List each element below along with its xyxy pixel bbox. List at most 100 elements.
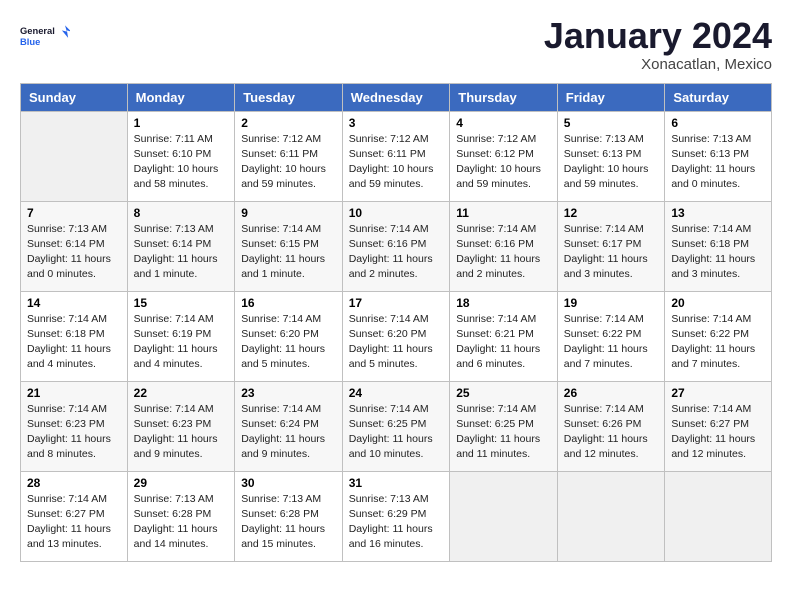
calendar-week-5: 28 Sunrise: 7:14 AM Sunset: 6:27 PM Dayli… — [21, 471, 772, 561]
day-number: 16 — [241, 296, 336, 310]
day-info: Sunrise: 7:13 AM Sunset: 6:28 PM Dayligh… — [134, 492, 229, 553]
day-info: Sunrise: 7:14 AM Sunset: 6:15 PM Dayligh… — [241, 222, 336, 283]
day-number: 23 — [241, 386, 336, 400]
calendar-cell: 19 Sunrise: 7:14 AM Sunset: 6:22 PM Dayli… — [557, 291, 665, 381]
day-number: 26 — [564, 386, 659, 400]
calendar-cell: 10 Sunrise: 7:14 AM Sunset: 6:16 PM Dayli… — [342, 201, 450, 291]
calendar-cell: 25 Sunrise: 7:14 AM Sunset: 6:25 PM Dayli… — [450, 381, 558, 471]
day-number: 20 — [671, 296, 765, 310]
day-info: Sunrise: 7:14 AM Sunset: 6:19 PM Dayligh… — [134, 312, 229, 373]
calendar-cell: 26 Sunrise: 7:14 AM Sunset: 6:26 PM Dayli… — [557, 381, 665, 471]
calendar-cell: 22 Sunrise: 7:14 AM Sunset: 6:23 PM Dayli… — [127, 381, 235, 471]
month-title: January 2024 — [544, 16, 772, 56]
calendar-cell: 16 Sunrise: 7:14 AM Sunset: 6:20 PM Dayli… — [235, 291, 343, 381]
calendar-cell: 8 Sunrise: 7:13 AM Sunset: 6:14 PM Daylig… — [127, 201, 235, 291]
day-number: 25 — [456, 386, 551, 400]
day-number: 11 — [456, 206, 551, 220]
page-header: General Blue January 2024 Xonacatlan, Me… — [20, 16, 772, 73]
calendar-cell — [450, 471, 558, 561]
day-info: Sunrise: 7:14 AM Sunset: 6:20 PM Dayligh… — [349, 312, 444, 373]
calendar-cell: 11 Sunrise: 7:14 AM Sunset: 6:16 PM Dayli… — [450, 201, 558, 291]
day-number: 1 — [134, 116, 229, 130]
day-info: Sunrise: 7:14 AM Sunset: 6:23 PM Dayligh… — [134, 402, 229, 463]
day-number: 4 — [456, 116, 551, 130]
calendar-week-4: 21 Sunrise: 7:14 AM Sunset: 6:23 PM Dayli… — [21, 381, 772, 471]
day-info: Sunrise: 7:14 AM Sunset: 6:25 PM Dayligh… — [349, 402, 444, 463]
day-number: 3 — [349, 116, 444, 130]
calendar-week-3: 14Sunrise: 7:14 AM Sunset: 6:18 PM Dayli… — [21, 291, 772, 381]
day-info: Sunrise: 7:14 AM Sunset: 6:22 PM Dayligh… — [564, 312, 659, 373]
calendar-cell: 2Sunrise: 7:12 AM Sunset: 6:11 PM Daylig… — [235, 111, 343, 201]
calendar-cell: 7Sunrise: 7:13 AM Sunset: 6:14 PM Daylig… — [21, 201, 128, 291]
calendar-cell: 28 Sunrise: 7:14 AM Sunset: 6:27 PM Dayli… — [21, 471, 128, 561]
day-info: Sunrise: 7:14 AM Sunset: 6:23 PM Dayligh… — [27, 402, 121, 463]
day-info: Sunrise: 7:13 AM Sunset: 6:14 PM Dayligh… — [134, 222, 229, 283]
calendar-cell: 6 Sunrise: 7:13 AM Sunset: 6:13 PM Daylig… — [665, 111, 772, 201]
calendar-cell — [557, 471, 665, 561]
calendar-header-wednesday: Wednesday — [342, 83, 450, 111]
calendar-week-2: 7 Sunrise: 7:13 AM Sunset: 6:14 PM Daylig… — [21, 201, 772, 291]
day-number: 21 — [27, 386, 121, 400]
day-info: Sunrise: 7:14 AM Sunset: 6:27 PM Dayligh… — [27, 492, 121, 553]
day-info: Sunrise: 7:14 AM Sunset: 6:25 PM Dayligh… — [456, 402, 551, 463]
calendar-cell: 1 Sunrise: 7:11 AM Sunset: 6:10 PM Daylig… — [127, 111, 235, 201]
day-number: 15 — [134, 296, 229, 310]
calendar-week-1: 1 Sunrise: 7:11 AM Sunset: 6:10 PM Daylig… — [21, 111, 772, 201]
calendar-body: 1 Sunrise: 7:11 AM Sunset: 6:10 PM Daylig… — [21, 111, 772, 561]
day-info: Sunrise: 7:14 AM Sunset: 6:18 PM Dayligh… — [671, 222, 765, 283]
calendar-cell: 24 Sunrise: 7:14 AM Sunset: 6:25 PM Dayli… — [342, 381, 450, 471]
logo-svg: General Blue — [20, 16, 70, 56]
day-info: Sunrise: 7:14 AM Sunset: 6:17 PM Dayligh… — [564, 222, 659, 283]
day-info: Sunrise: 7:14 AM Sunset: 6:22 PM Dayligh… — [671, 312, 765, 373]
day-number: 17 — [349, 296, 444, 310]
calendar-header-monday: Monday — [127, 83, 235, 111]
calendar-header-tuesday: Tuesday — [235, 83, 343, 111]
day-info: Sunrise: 7:12 AM Sunset: 6:11 PM Dayligh… — [349, 132, 444, 193]
logo: General Blue — [20, 16, 70, 56]
day-number: 31 — [349, 476, 444, 490]
day-number: 13 — [671, 206, 765, 220]
calendar-header-thursday: Thursday — [450, 83, 558, 111]
calendar-cell: 12 Sunrise: 7:14 AM Sunset: 6:17 PM Dayli… — [557, 201, 665, 291]
day-number: 9 — [241, 206, 336, 220]
day-info: Sunrise: 7:14 AM Sunset: 6:20 PM Dayligh… — [241, 312, 336, 373]
calendar-header-row: SundayMondayTuesdayWednesdayThursdayFrid… — [21, 83, 772, 111]
day-info: Sunrise: 7:12 AM Sunset: 6:12 PM Dayligh… — [456, 132, 551, 193]
svg-text:General: General — [20, 26, 55, 36]
calendar-header-sunday: Sunday — [21, 83, 128, 111]
day-number: 12 — [564, 206, 659, 220]
calendar-cell: 17 Sunrise: 7:14 AM Sunset: 6:20 PM Dayli… — [342, 291, 450, 381]
title-block: January 2024 Xonacatlan, Mexico — [544, 16, 772, 73]
calendar-cell — [21, 111, 128, 201]
calendar-table: SundayMondayTuesdayWednesdayThursdayFrid… — [20, 83, 772, 562]
day-info: Sunrise: 7:14 AM Sunset: 6:27 PM Dayligh… — [671, 402, 765, 463]
day-number: 6 — [671, 116, 765, 130]
calendar-cell: 3 Sunrise: 7:12 AM Sunset: 6:11 PM Daylig… — [342, 111, 450, 201]
calendar-cell: 18Sunrise: 7:14 AM Sunset: 6:21 PM Dayli… — [450, 291, 558, 381]
day-number: 5 — [564, 116, 659, 130]
day-info: Sunrise: 7:14 AM Sunset: 6:16 PM Dayligh… — [349, 222, 444, 283]
day-info: Sunrise: 7:13 AM Sunset: 6:29 PM Dayligh… — [349, 492, 444, 553]
svg-text:Blue: Blue — [20, 37, 40, 47]
day-number: 10 — [349, 206, 444, 220]
day-info: Sunrise: 7:11 AM Sunset: 6:10 PM Dayligh… — [134, 132, 229, 193]
day-number: 28 — [27, 476, 121, 490]
calendar-cell: 14Sunrise: 7:14 AM Sunset: 6:18 PM Dayli… — [21, 291, 128, 381]
calendar-cell: 31 Sunrise: 7:13 AM Sunset: 6:29 PM Dayli… — [342, 471, 450, 561]
day-number: 7 — [27, 206, 121, 220]
day-info: Sunrise: 7:14 AM Sunset: 6:24 PM Dayligh… — [241, 402, 336, 463]
calendar-cell: 30 Sunrise: 7:13 AM Sunset: 6:28 PM Dayli… — [235, 471, 343, 561]
day-info: Sunrise: 7:12 AM Sunset: 6:11 PM Dayligh… — [241, 132, 336, 193]
calendar-cell: 5Sunrise: 7:13 AM Sunset: 6:13 PM Daylig… — [557, 111, 665, 201]
day-info: Sunrise: 7:13 AM Sunset: 6:13 PM Dayligh… — [671, 132, 765, 193]
day-number: 19 — [564, 296, 659, 310]
day-number: 30 — [241, 476, 336, 490]
day-number: 8 — [134, 206, 229, 220]
day-info: Sunrise: 7:13 AM Sunset: 6:28 PM Dayligh… — [241, 492, 336, 553]
day-info: Sunrise: 7:14 AM Sunset: 6:26 PM Dayligh… — [564, 402, 659, 463]
calendar-cell — [665, 471, 772, 561]
day-number: 22 — [134, 386, 229, 400]
day-number: 24 — [349, 386, 444, 400]
day-info: Sunrise: 7:14 AM Sunset: 6:16 PM Dayligh… — [456, 222, 551, 283]
calendar-cell: 9 Sunrise: 7:14 AM Sunset: 6:15 PM Daylig… — [235, 201, 343, 291]
